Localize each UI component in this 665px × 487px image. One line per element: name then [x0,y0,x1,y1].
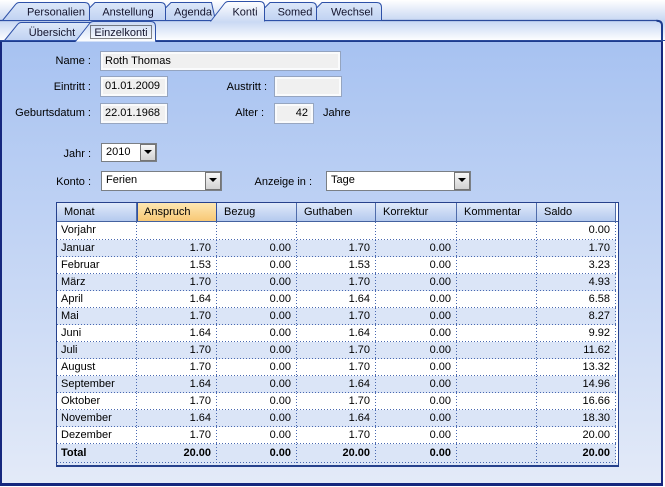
svg-text:Somed: Somed [278,7,313,19]
svg-text:Einzelkonti: Einzelkonti [94,27,147,39]
svg-text:Konti: Konti [232,7,257,19]
svg-text:Personalien: Personalien [27,7,85,19]
svg-text:Wechsel: Wechsel [331,7,373,19]
svg-text:Agenda: Agenda [174,7,213,19]
svg-text:Übersicht: Übersicht [29,27,75,39]
svg-text:Anstellung: Anstellung [102,7,153,19]
